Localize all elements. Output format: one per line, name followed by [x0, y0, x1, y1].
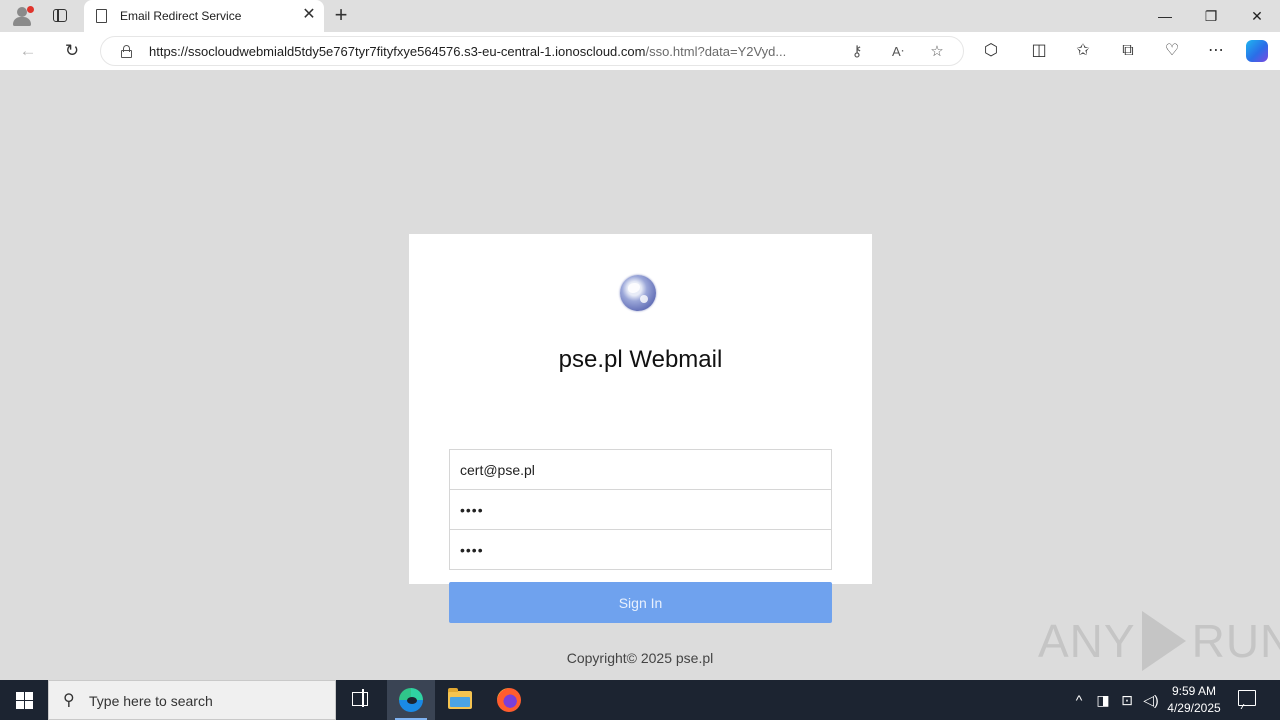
volume-icon[interactable]: ◁)	[1140, 680, 1162, 720]
tab-email-redirect-service[interactable]: Email Redirect Service ✕	[84, 0, 324, 32]
tab-close-icon[interactable]: ✕	[300, 6, 318, 24]
taskbar-firefox[interactable]	[485, 680, 533, 720]
url-host: https://ssocloudwebmiald5tdy5e767tyr7fit…	[149, 44, 646, 59]
key-icon[interactable]: ⚷	[847, 42, 867, 62]
tab-title: Email Redirect Service	[120, 9, 242, 23]
tab-actions-icon[interactable]	[50, 6, 70, 26]
anyrun-watermark: ANY RUN	[1038, 606, 1280, 676]
back-icon[interactable]: ←	[16, 39, 40, 63]
sign-in-button[interactable]: Sign In	[449, 582, 832, 623]
url-path: /sso.html?data=Y2Vyd...	[645, 44, 787, 59]
address-bar[interactable]: https://ssocloudwebmiald5tdy5e767tyr7fit…	[100, 36, 964, 66]
more-icon[interactable]: ⋯	[1205, 40, 1227, 62]
page-title: pse.pl Webmail	[558, 346, 723, 373]
watermark-right: RUN	[1191, 615, 1280, 667]
task-view-button[interactable]	[336, 680, 384, 720]
task-view-icon	[352, 689, 368, 707]
collections-icon[interactable]: ⧉	[1117, 40, 1139, 62]
close-window-button[interactable]: ✕	[1234, 0, 1280, 32]
edge-icon	[399, 688, 423, 712]
taskbar-edge[interactable]	[387, 680, 435, 720]
search-placeholder: Type here to search	[89, 693, 213, 709]
meet-now-icon[interactable]: ◨	[1092, 680, 1114, 720]
split-screen-icon[interactable]: ◫	[1028, 40, 1050, 62]
watermark-left: ANY	[1038, 615, 1136, 667]
browser-toolbar: ← ↻ https://ssocloudwebmiald5tdy5e767tyr…	[0, 32, 1280, 70]
windows-start-icon[interactable]	[0, 680, 48, 720]
copilot-icon[interactable]	[1246, 40, 1268, 62]
clock[interactable]: 9:59 AM 4/29/2025	[1160, 683, 1228, 717]
clock-date: 4/29/2025	[1167, 701, 1221, 715]
favorites-icon[interactable]: ✩	[1072, 40, 1094, 62]
maximize-button[interactable]: ❐	[1188, 0, 1234, 32]
read-aloud-icon[interactable]: Aᐧ	[888, 42, 908, 62]
folder-icon	[448, 688, 472, 709]
taskbar-file-explorer[interactable]	[436, 680, 484, 720]
page-viewport: pse.pl Webmail Sign In Copyright© 2025 p…	[4, 70, 1280, 678]
clock-time: 9:59 AM	[1171, 684, 1217, 698]
new-tab-button[interactable]: +	[330, 4, 352, 26]
favorite-star-icon[interactable]: ☆	[927, 42, 947, 62]
password-confirm-field[interactable]	[449, 529, 832, 570]
globe-icon	[620, 275, 656, 311]
refresh-icon[interactable]: ↻	[60, 39, 84, 63]
minimize-button[interactable]: —	[1142, 0, 1188, 32]
email-field[interactable]	[449, 449, 832, 490]
taskbar: ⚲ Type here to search ^ ◨ ⊡ ◁) 9:59 AM 4…	[0, 680, 1280, 720]
search-icon: ⚲	[63, 692, 75, 709]
lock-icon[interactable]	[121, 45, 132, 58]
play-icon	[1141, 611, 1186, 671]
page-icon	[96, 9, 107, 23]
firefox-icon	[497, 688, 521, 712]
url-text[interactable]: https://ssocloudwebmiald5tdy5e767tyr7fit…	[149, 44, 839, 59]
notification-icon[interactable]	[1238, 690, 1256, 706]
network-icon[interactable]: ⊡	[1116, 680, 1138, 720]
password-field[interactable]	[449, 489, 832, 530]
profile-icon[interactable]	[10, 5, 34, 27]
extensions-icon[interactable]: ⬡	[980, 40, 1002, 62]
tab-strip: Email Redirect Service ✕ + — ❐ ✕	[0, 0, 1280, 32]
taskbar-search[interactable]: ⚲ Type here to search	[48, 680, 336, 720]
chevron-up-icon[interactable]: ^	[1068, 680, 1090, 720]
browser-essentials-icon[interactable]: ♡	[1161, 40, 1183, 62]
